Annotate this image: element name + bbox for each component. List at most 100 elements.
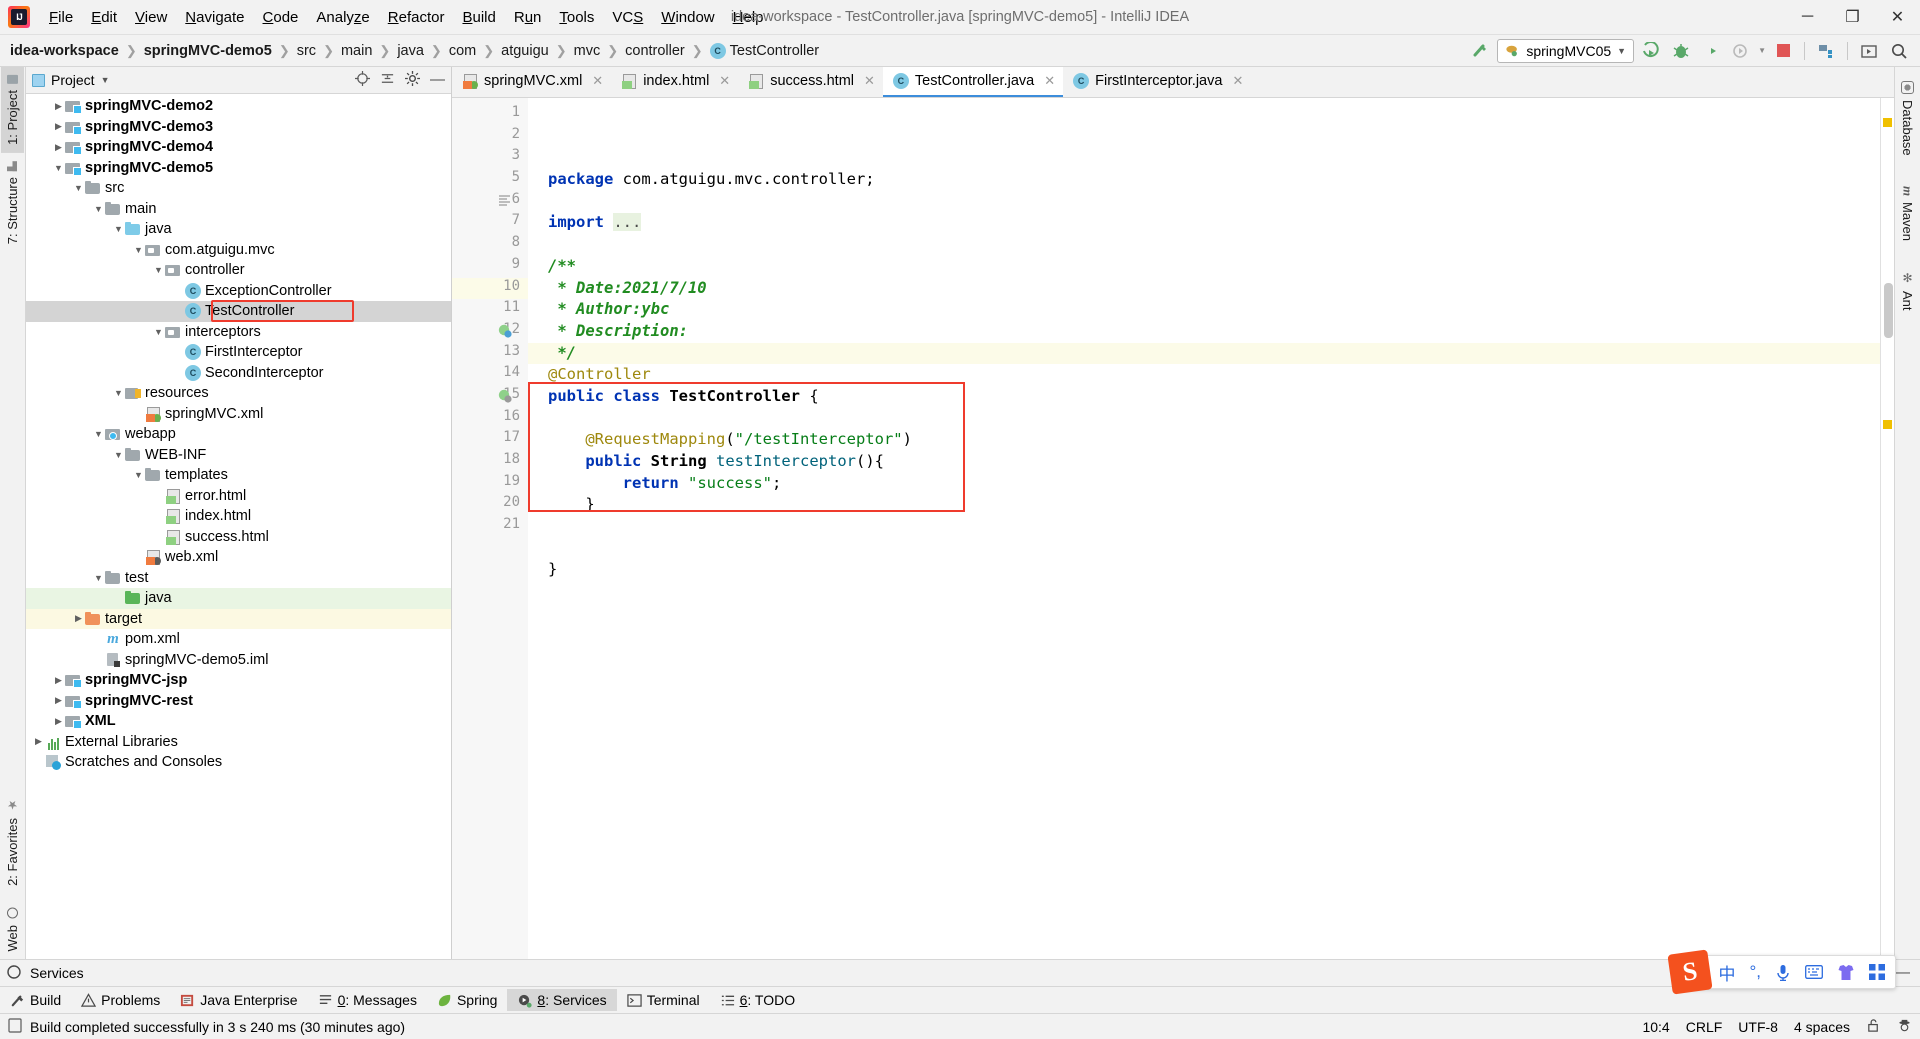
collapse-all-icon[interactable] xyxy=(380,71,395,89)
tree-node-springmvc-jsp[interactable]: ▶ springMVC-jsp xyxy=(26,670,451,691)
chevron-down-icon[interactable]: ▼ xyxy=(112,388,125,398)
menu-item-run[interactable]: Run xyxy=(505,5,551,30)
chevron-down-icon[interactable]: ▼ xyxy=(152,327,165,337)
locate-icon[interactable] xyxy=(355,71,370,89)
sidebar-item-database[interactable]: Database xyxy=(1896,67,1919,164)
code-line[interactable] xyxy=(528,191,1880,213)
code-line[interactable]: */ xyxy=(528,342,1880,365)
editor-tab-success-html[interactable]: Hsuccess.html ✕ xyxy=(738,67,883,97)
code-line[interactable]: * Description: xyxy=(528,321,1880,343)
line-number[interactable]: 3 xyxy=(452,147,528,169)
sidebar-item-web[interactable]: Web xyxy=(1,894,24,960)
tree-node-springmvc-demo5[interactable]: ▼ springMVC-demo5 xyxy=(26,158,451,179)
tool-window-button-problems[interactable]: Problems xyxy=(71,989,170,1011)
breadcrumb-item-com[interactable]: com xyxy=(447,43,478,59)
close-icon[interactable]: ✕ xyxy=(592,73,603,89)
tool-window-button-java-enterprise[interactable]: Java Enterprise xyxy=(170,989,307,1011)
chevron-right-icon[interactable]: ▶ xyxy=(72,613,85,624)
code-line[interactable]: } xyxy=(528,559,1880,581)
menu-item-build[interactable]: Build xyxy=(453,5,504,30)
breadcrumb-item-idea-workspace[interactable]: idea-workspace xyxy=(8,43,121,59)
line-number[interactable]: 19 xyxy=(452,473,528,495)
tree-node-resources[interactable]: ▼ resources xyxy=(26,383,451,404)
breadcrumb-item-atguigu[interactable]: atguigu xyxy=(499,43,551,59)
code-line[interactable] xyxy=(528,516,1880,538)
sidebar-item-structure[interactable]: 7: Structure xyxy=(1,153,24,252)
chevron-right-icon[interactable]: ▶ xyxy=(52,716,65,727)
error-stripe[interactable] xyxy=(1880,98,1894,959)
tool-window-button-terminal[interactable]: Terminal xyxy=(617,989,710,1011)
tree-node-springmvc-demo3[interactable]: ▶ springMVC-demo3 xyxy=(26,117,451,138)
tree-node-secondinterceptor[interactable]: C SecondInterceptor xyxy=(26,363,451,384)
unlocked-icon[interactable] xyxy=(1866,1018,1881,1036)
tree-node-controller[interactable]: ▼ controller xyxy=(26,260,451,281)
tree-node-scratches-and-consoles[interactable]: Scratches and Consoles xyxy=(26,752,451,773)
tree-node-interceptors[interactable]: ▼ interceptors xyxy=(26,322,451,343)
chevron-down-icon[interactable]: ▼ xyxy=(72,183,85,193)
spring-mapping-gutter-icon[interactable] xyxy=(498,389,514,405)
menu-item-tools[interactable]: Tools xyxy=(550,5,603,30)
breadcrumb-item-main[interactable]: main xyxy=(339,43,374,59)
chevron-right-icon[interactable]: ▶ xyxy=(52,695,65,706)
tree-node-webapp[interactable]: ▼ webapp xyxy=(26,424,451,445)
menu-item-help[interactable]: Help xyxy=(724,5,773,30)
ime-chinese-mode[interactable]: 中 xyxy=(1718,960,1735,985)
stripe-marker-warning[interactable] xyxy=(1883,420,1892,429)
maximize-button[interactable]: ❐ xyxy=(1830,0,1875,34)
line-number[interactable]: 13 xyxy=(452,343,528,365)
line-number[interactable]: 10 xyxy=(452,277,528,300)
sidebar-item-ant[interactable]: ✻ Ant xyxy=(1896,249,1919,319)
tree-node-error-html[interactable]: Herror.html xyxy=(26,486,451,507)
settings-gear-icon[interactable] xyxy=(405,71,420,89)
stripe-marker-warning[interactable] xyxy=(1883,118,1892,127)
breadcrumb-item-src[interactable]: src xyxy=(295,43,318,59)
close-icon[interactable]: ✕ xyxy=(1232,73,1243,89)
tree-node-index-html[interactable]: Hindex.html xyxy=(26,506,451,527)
code-line[interactable] xyxy=(528,234,1880,256)
sidebar-item-project[interactable]: 1: Project xyxy=(1,67,24,153)
search-everywhere-icon[interactable] xyxy=(1886,39,1912,63)
menu-item-edit[interactable]: Edit xyxy=(82,5,126,30)
chevron-down-icon[interactable]: ▼ xyxy=(101,75,110,85)
ime-punctuation-mode[interactable]: °, xyxy=(1749,962,1761,982)
code-line[interactable]: @RequestMapping("/testInterceptor") xyxy=(528,429,1880,451)
code-line[interactable]: public String testInterceptor(){ xyxy=(528,451,1880,473)
editor-tab-index-html[interactable]: Hindex.html ✕ xyxy=(611,67,738,97)
tree-node-templates[interactable]: ▼ templates xyxy=(26,465,451,486)
line-number[interactable]: 15 xyxy=(452,386,528,408)
tree-node-web-xml[interactable]: web.xml xyxy=(26,547,451,568)
breadcrumb-item-testcontroller[interactable]: C TestController xyxy=(708,42,821,59)
editor-tab-testcontroller-java[interactable]: C TestController.java ✕ xyxy=(882,67,1064,97)
open-preview-icon[interactable] xyxy=(1856,39,1882,63)
tree-node-java[interactable]: java xyxy=(26,588,451,609)
menu-item-analyze[interactable]: Analyze xyxy=(307,5,378,30)
close-button[interactable]: ✕ xyxy=(1875,0,1920,34)
chevron-right-icon[interactable]: ▶ xyxy=(52,121,65,132)
file-encoding[interactable]: UTF-8 xyxy=(1738,1019,1778,1035)
chevron-right-icon[interactable]: ▶ xyxy=(52,142,65,153)
tree-node-springmvc-demo4[interactable]: ▶ springMVC-demo4 xyxy=(26,137,451,158)
editor-tab-firstinterceptor-java[interactable]: C FirstInterceptor.java ✕ xyxy=(1063,67,1251,97)
breadcrumb-item-mvc[interactable]: mvc xyxy=(572,43,603,59)
tree-node-web-inf[interactable]: ▼ WEB-INF xyxy=(26,445,451,466)
code-line[interactable] xyxy=(528,408,1880,430)
spring-bean-gutter-icon[interactable] xyxy=(498,324,514,340)
editor-scrollbar-thumb[interactable] xyxy=(1884,283,1893,338)
chevron-right-icon[interactable]: ▶ xyxy=(52,675,65,686)
chevron-right-icon[interactable]: ▶ xyxy=(52,101,65,112)
keyboard-icon[interactable] xyxy=(1805,965,1823,979)
mic-icon[interactable] xyxy=(1775,964,1791,981)
tool-window-button-8-services[interactable]: 8: Services xyxy=(507,989,617,1011)
tree-node-firstinterceptor[interactable]: C FirstInterceptor xyxy=(26,342,451,363)
indent-setting[interactable]: 4 spaces xyxy=(1794,1019,1850,1035)
hide-icon[interactable]: — xyxy=(1894,965,1910,981)
debug-icon[interactable] xyxy=(1668,39,1694,63)
close-icon[interactable]: ✕ xyxy=(719,73,730,89)
chevron-down-icon[interactable]: ▼ xyxy=(112,450,125,460)
chevron-down-icon[interactable]: ▼ xyxy=(92,429,105,439)
close-icon[interactable]: ✕ xyxy=(1044,73,1055,89)
line-number[interactable]: 5 xyxy=(452,169,528,191)
run-with-coverage-icon[interactable] xyxy=(1698,39,1724,63)
breadcrumb-item-controller[interactable]: controller xyxy=(623,43,687,59)
tree-node-main[interactable]: ▼ main xyxy=(26,199,451,220)
